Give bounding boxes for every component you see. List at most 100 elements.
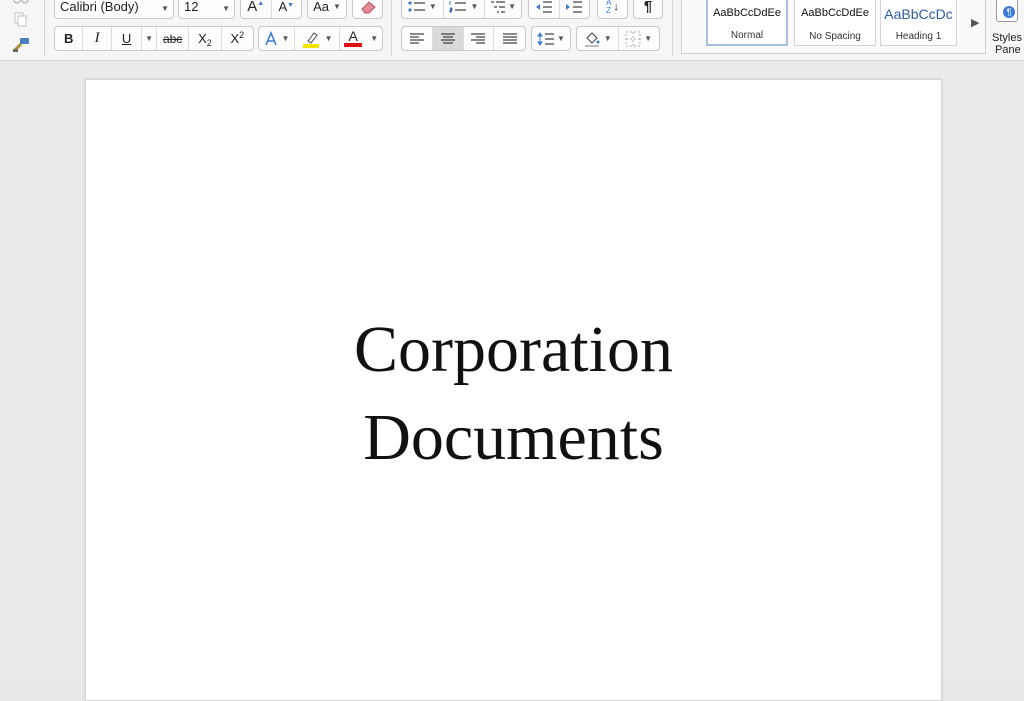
subscript-button[interactable]: X2 xyxy=(189,27,222,50)
list-group: ▼ ▼ ▼ xyxy=(401,0,522,19)
borders-icon xyxy=(625,31,641,46)
chevron-down-icon: ▼ xyxy=(332,2,341,11)
chevron-down-icon: ▼ xyxy=(508,2,517,11)
style-name: Normal xyxy=(730,30,764,41)
bullet-list-icon xyxy=(408,0,425,12)
align-center-icon xyxy=(440,32,455,44)
grow-font-label: A xyxy=(247,0,258,15)
styles-pane-label-2: Pane xyxy=(995,44,1021,56)
font-family-value: Calibri (Body) xyxy=(60,0,139,14)
bullets-button[interactable]: ▼ xyxy=(402,0,444,18)
style-name: No Spacing xyxy=(809,31,861,42)
font-size-step-group: A ▲ A ▼ xyxy=(240,0,302,19)
underline-label: U xyxy=(121,31,132,46)
font-color-swatch: A xyxy=(344,28,363,47)
chevron-down-icon: ▼ xyxy=(370,34,379,43)
color-format-group: ▼ ▼ A ▼ xyxy=(258,26,383,51)
text-effects-icon xyxy=(265,30,278,45)
justify-button[interactable] xyxy=(494,27,525,50)
numbered-list-icon xyxy=(449,0,467,12)
document-page[interactable]: Corporation Documents xyxy=(85,79,942,701)
styles-pane-button[interactable]: ¶ Styles Pane xyxy=(990,0,1024,60)
highlighter-icon xyxy=(302,31,319,48)
style-no-spacing[interactable]: AaBbCcDdEe No Spacing xyxy=(794,0,876,46)
chevron-down-icon: ▼ xyxy=(324,34,333,43)
align-center-button[interactable] xyxy=(432,27,464,50)
underline-button[interactable]: U xyxy=(112,27,143,50)
chevron-down-icon: ▼ xyxy=(470,2,479,11)
superscript-button[interactable]: X2 xyxy=(222,27,253,50)
shrink-font-label: A xyxy=(278,0,288,14)
sort-button[interactable]: A Z ↓ xyxy=(597,0,628,19)
chevron-down-icon: ▼ xyxy=(428,2,437,11)
ribbon-toolbar: Calibri (Body) ▼ 12 ▼ A ▲ A ▼ Aa ▼ B I U ▼… xyxy=(0,0,1024,61)
underline-options-button[interactable]: ▼ xyxy=(142,27,157,50)
sort-icon: A Z xyxy=(606,0,611,15)
styles-pane-icon: ¶ xyxy=(996,0,1018,22)
chevron-down-icon: ▼ xyxy=(222,4,230,13)
multilevel-list-button[interactable]: ▼ xyxy=(485,0,521,18)
style-normal[interactable]: AaBbCcDdEe Normal xyxy=(706,0,788,46)
strikethrough-button[interactable]: abc xyxy=(157,27,190,50)
chevron-down-icon: ▼ xyxy=(161,4,169,13)
bold-button[interactable]: B xyxy=(55,27,84,50)
show-formatting-button[interactable]: ¶ xyxy=(633,0,663,19)
styles-gallery: AaBbCcDdEe Normal AaBbCcDdEe No Spacing … xyxy=(681,0,986,54)
italic-label: I xyxy=(94,30,100,46)
change-case-label: Aa xyxy=(313,0,329,14)
superscript-label: X xyxy=(230,31,240,46)
align-left-button[interactable] xyxy=(402,27,433,50)
chevron-down-icon: ▼ xyxy=(145,34,154,43)
align-right-icon xyxy=(471,32,486,44)
caret-up-icon: ▲ xyxy=(257,0,265,7)
style-heading-1[interactable]: AaBbCcDc Heading 1 xyxy=(880,0,957,46)
grow-font-button[interactable]: A ▲ xyxy=(241,0,272,18)
styles-pane-label: Styles xyxy=(992,32,1022,44)
line-spacing-icon xyxy=(537,31,555,46)
caret-down-icon: ▼ xyxy=(287,1,295,9)
strikethrough-label: abc xyxy=(162,31,183,46)
borders-button[interactable]: ▼ xyxy=(619,27,660,50)
justify-icon xyxy=(502,32,517,44)
subscript-mark: 2 xyxy=(206,37,212,48)
format-painter-icon[interactable] xyxy=(11,37,31,53)
chevron-down-icon: ▼ xyxy=(281,34,290,43)
style-preview: AaBbCcDdEe xyxy=(713,7,781,19)
gallery-next-icon[interactable]: ▶ xyxy=(971,16,979,29)
font-color-button[interactable]: A ▼ xyxy=(340,27,382,50)
document-title-line-1[interactable]: Corporation xyxy=(86,312,941,388)
font-family-select[interactable]: Calibri (Body) ▼ xyxy=(54,0,174,19)
line-spacing-button[interactable]: ▼ xyxy=(531,26,571,51)
font-size-select[interactable]: 12 ▼ xyxy=(178,0,235,19)
align-left-icon xyxy=(409,32,424,44)
shrink-font-button[interactable]: A ▼ xyxy=(272,0,302,18)
shading-button[interactable]: ▼ xyxy=(577,27,619,50)
text-effects-button[interactable]: ▼ xyxy=(259,27,295,50)
shading-border-group: ▼ ▼ xyxy=(576,26,660,51)
chevron-down-icon: ▼ xyxy=(644,34,653,43)
change-case-button[interactable]: Aa ▼ xyxy=(307,0,347,19)
document-title-line-2[interactable]: Documents xyxy=(86,400,941,476)
eraser-icon xyxy=(360,0,376,13)
font-color-letter: A xyxy=(348,28,358,44)
paint-bucket-icon xyxy=(584,31,600,47)
arrow-down-icon: ↓ xyxy=(613,0,619,13)
indent-group xyxy=(528,0,590,19)
increase-indent-icon xyxy=(566,0,583,13)
subscript-label: X xyxy=(198,31,207,46)
clear-formatting-button[interactable] xyxy=(352,0,383,19)
numbering-button[interactable]: ▼ xyxy=(444,0,486,18)
font-size-value: 12 xyxy=(184,0,199,14)
copy-icon[interactable] xyxy=(14,12,28,28)
decrease-indent-icon xyxy=(535,0,552,13)
pilcrow-icon: ¶ xyxy=(643,0,653,15)
decrease-indent-button[interactable] xyxy=(529,0,560,18)
chevron-down-icon: ▼ xyxy=(557,34,565,43)
italic-button[interactable]: I xyxy=(83,27,112,50)
chevron-down-icon: ▼ xyxy=(603,34,612,43)
increase-indent-button[interactable] xyxy=(560,0,590,18)
highlight-button[interactable]: ▼ xyxy=(295,27,341,50)
align-right-button[interactable] xyxy=(464,27,495,50)
style-preview: AaBbCcDc xyxy=(884,6,953,22)
cut-icon[interactable] xyxy=(12,0,30,6)
